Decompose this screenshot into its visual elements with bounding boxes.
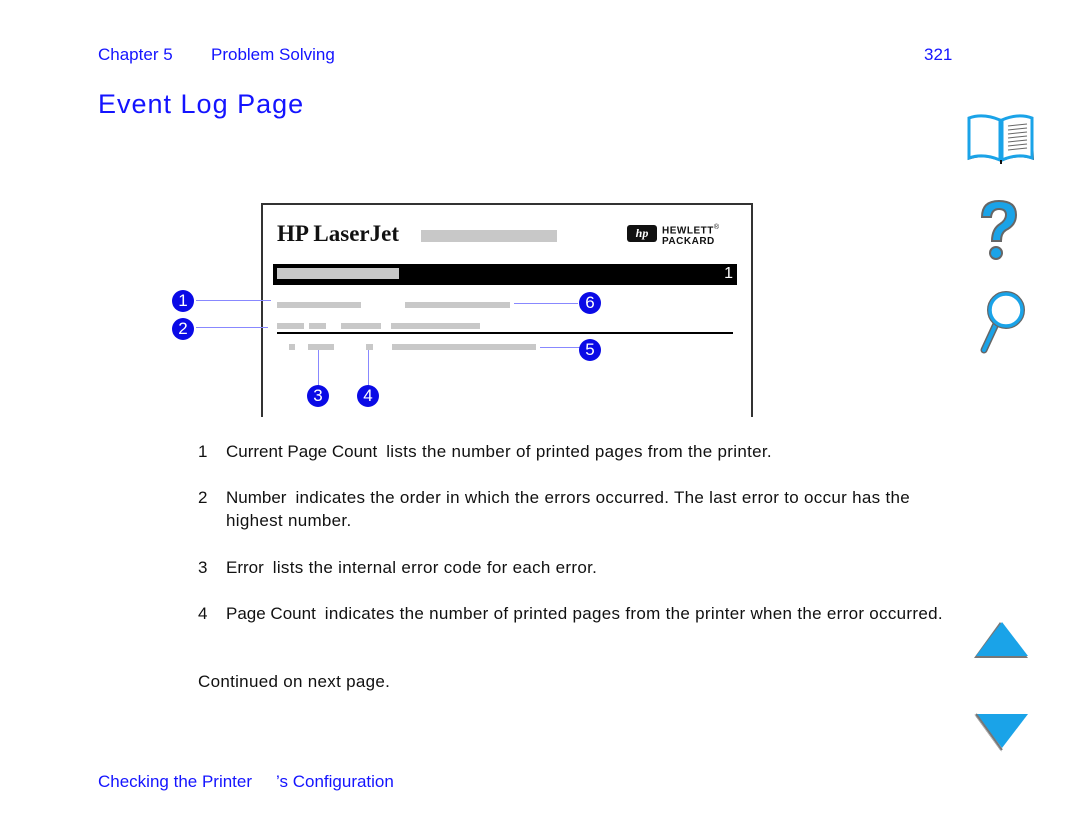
page-number: 321 — [924, 45, 953, 64]
sample-placeholder-bar — [309, 323, 326, 329]
previous-page-icon[interactable] — [974, 620, 1030, 665]
continued-note: Continued on next page. — [198, 672, 391, 691]
sample-placeholder-bar — [277, 268, 399, 279]
help-icon[interactable] — [974, 197, 1022, 270]
callout-leader — [540, 347, 580, 348]
hp-logo-badge: hp — [627, 225, 657, 242]
sample-placeholder-bar — [405, 302, 510, 308]
callout-1: 1 — [172, 290, 194, 312]
callout-leader — [196, 327, 268, 328]
sample-divider — [277, 332, 733, 334]
next-page-icon[interactable] — [974, 712, 1030, 757]
sample-product-name: HP LaserJet — [277, 221, 399, 246]
item-term: Number — [226, 488, 287, 507]
item-term: Current Page Count — [226, 442, 378, 461]
callout-leader — [318, 350, 319, 386]
book-icon[interactable] — [966, 114, 1036, 171]
registered-mark: ® — [713, 224, 720, 231]
hp-logo-text: HEWLETT® PACKARD — [662, 222, 720, 247]
footer-section-link[interactable]: Checking the Printer ’s Configuration — [98, 772, 394, 792]
chapter-link[interactable]: Chapter 5 — [98, 45, 173, 65]
sample-placeholder-bar — [391, 323, 480, 329]
item-number: 1 — [198, 442, 208, 461]
callout-6: 6 — [579, 292, 601, 314]
sample-placeholder-bar — [277, 302, 361, 308]
sample-page-number: 1 — [724, 265, 733, 282]
callout-leader — [368, 350, 369, 386]
sample-placeholder-bar — [392, 344, 536, 350]
section-link[interactable]: Problem Solving — [211, 45, 335, 65]
footer-part1: Checking the Printer — [98, 772, 253, 791]
item-number: 4 — [198, 604, 208, 623]
sample-placeholder-bar — [277, 323, 304, 329]
sample-placeholder-bar — [421, 230, 557, 242]
callout-5: 5 — [579, 339, 601, 361]
item-description: indicates the order in which the errors … — [226, 488, 911, 530]
sample-header-band: 1 — [273, 264, 737, 285]
callout-2: 2 — [172, 318, 194, 340]
item-term: Error — [226, 558, 264, 577]
hp-logo-line1: HEWLETT — [662, 225, 714, 237]
callout-3: 3 — [307, 385, 329, 407]
callout-leader — [514, 303, 578, 304]
item-number: 2 — [198, 488, 208, 507]
item-description: indicates the number of printed pages fr… — [324, 604, 943, 623]
item-number: 3 — [198, 558, 208, 577]
item-description: lists the number of printed pages from t… — [386, 442, 772, 461]
sample-placeholder-bar — [308, 344, 334, 350]
page-title: Event Log Page — [98, 89, 305, 119]
hp-logo-line2: PACKARD — [662, 236, 715, 248]
footer-part2: ’s Configuration — [276, 772, 394, 791]
search-icon[interactable] — [978, 290, 1028, 361]
item-description: lists the internal error code for each e… — [272, 558, 598, 577]
callout-4: 4 — [357, 385, 379, 407]
item-term: Page Count — [226, 604, 316, 623]
sample-placeholder-bar — [341, 323, 381, 329]
sample-placeholder-bar — [289, 344, 295, 350]
callout-leader — [196, 300, 271, 301]
